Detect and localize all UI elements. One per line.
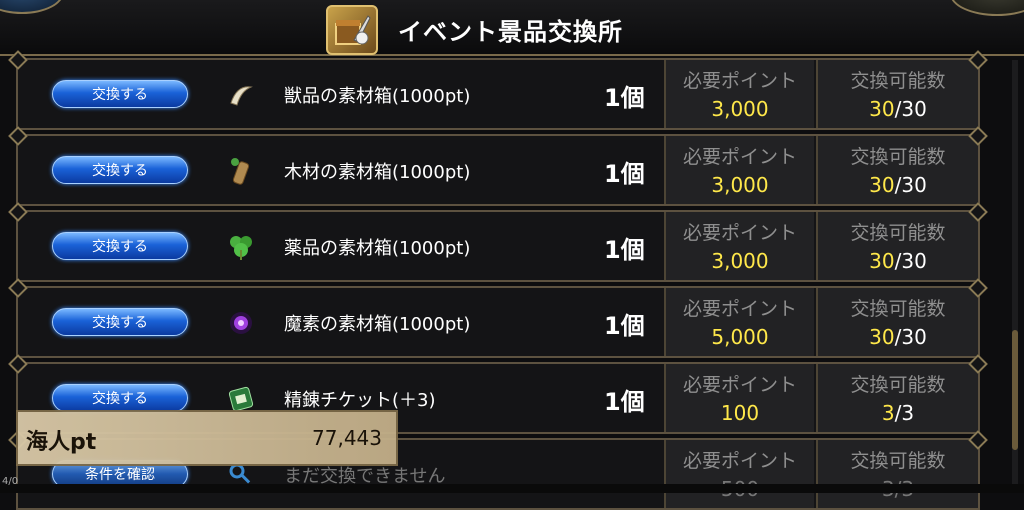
exchange-remaining: 3 [881,401,895,425]
required-points-label: 必要ポイント [682,222,797,244]
required-points-box: 必要ポイント 3,000 [664,60,814,128]
exchange-remaining: 30 [869,325,895,349]
exchange-max: /30 [894,97,927,121]
exchange-remaining: 30 [869,249,895,273]
exchange-max: /30 [894,325,927,349]
bottom-counter: 4/0 [2,476,19,487]
exchange-count-box: 交換可能数 30/30 [816,60,978,128]
beast-fang-icon [226,80,256,110]
exchange-button[interactable]: 交換する [52,80,188,108]
required-points-box: 必要ポイント 3,000 [664,136,814,204]
exchange-count-label: 交換可能数 [850,450,946,472]
list-scrollbar[interactable] [1012,60,1018,490]
required-points-box: 必要ポイント 5,000 [664,288,814,356]
required-points-value: 3,000 [711,173,769,197]
scroll-thumb[interactable] [1012,330,1018,450]
list-item: 交換する 薬品の素材箱(1000pt) 1個 必要ポイント 3,000 交換可能… [16,210,980,282]
menu-orb-left[interactable] [0,0,64,14]
exchange-remaining: 30 [869,97,895,121]
item-name: 獣品の素材箱(1000pt) [284,86,471,107]
exchange-count-label: 交換可能数 [850,146,946,168]
required-points-value: 100 [720,401,760,425]
list-item: 交換する 木材の素材箱(1000pt) 1個 必要ポイント 3,000 交換可能… [16,134,980,206]
required-points-value: 3,000 [711,249,769,273]
exchange-max: /30 [894,249,927,273]
header-bar: イベント景品交換所 [0,0,1024,56]
exchange-button[interactable]: 交換する [52,308,188,336]
item-quantity: 1個 [604,160,645,188]
required-points-box: 必要ポイント 100 [664,364,814,432]
list-item: 交換する 獣品の素材箱(1000pt) 1個 必要ポイント 3,000 交換可能… [16,58,980,130]
required-points-label: 必要ポイント [682,450,797,472]
bottom-bar [0,484,1024,493]
required-points-label: 必要ポイント [682,298,797,320]
required-points-label: 必要ポイント [682,70,797,92]
list-item: 交換する 魔素の素材箱(1000pt) 1個 必要ポイント 5,000 交換可能… [16,286,980,358]
item-name: 木材の素材箱(1000pt) [284,162,471,183]
exchange-count-box: 交換可能数 30/30 [816,136,978,204]
wood-log-icon [226,156,256,186]
exchange-count-box: 交換可能数 3/3 [816,364,978,432]
item-quantity: 1個 [604,84,645,112]
item-name: 薬品の素材箱(1000pt) [284,238,471,259]
required-points-box: 必要ポイント 500 [664,440,814,508]
required-points-label: 必要ポイント [682,374,797,396]
points-label: 海人pt [26,430,97,455]
magic-orb-icon [226,308,256,338]
exchange-max: /30 [894,173,927,197]
shop-chest-icon [326,5,378,55]
points-panel: 海人pt 77,443 [16,410,398,466]
exchange-count-box: 交換可能数 30/30 [816,212,978,280]
page-title: イベント景品交換所 [398,18,623,46]
required-points-value: 5,000 [711,325,769,349]
required-points-label: 必要ポイント [682,146,797,168]
item-quantity: 1個 [604,312,645,340]
item-name: 魔素の素材箱(1000pt) [284,314,471,335]
required-points-box: 必要ポイント 3,000 [664,212,814,280]
exchange-button[interactable]: 交換する [52,384,188,412]
exchange-max: /3 [894,401,915,425]
item-quantity: 1個 [604,388,645,416]
menu-orb-right[interactable] [950,0,1024,16]
exchange-button[interactable]: 交換する [52,232,188,260]
points-value: 77,443 [312,426,382,450]
exchange-count-box: 交換可能数 3/3 [816,440,978,508]
exchange-count-box: 交換可能数 30/30 [816,288,978,356]
exchange-remaining: 30 [869,173,895,197]
exchange-count-label: 交換可能数 [850,222,946,244]
exchange-count-label: 交換可能数 [850,298,946,320]
exchange-count-label: 交換可能数 [850,70,946,92]
herb-leaf-icon [226,232,256,262]
exchange-count-label: 交換可能数 [850,374,946,396]
exchange-button[interactable]: 交換する [52,156,188,184]
item-quantity: 1個 [604,236,645,264]
item-name: 精錬チケット(＋3) [284,390,436,411]
required-points-value: 3,000 [711,97,769,121]
